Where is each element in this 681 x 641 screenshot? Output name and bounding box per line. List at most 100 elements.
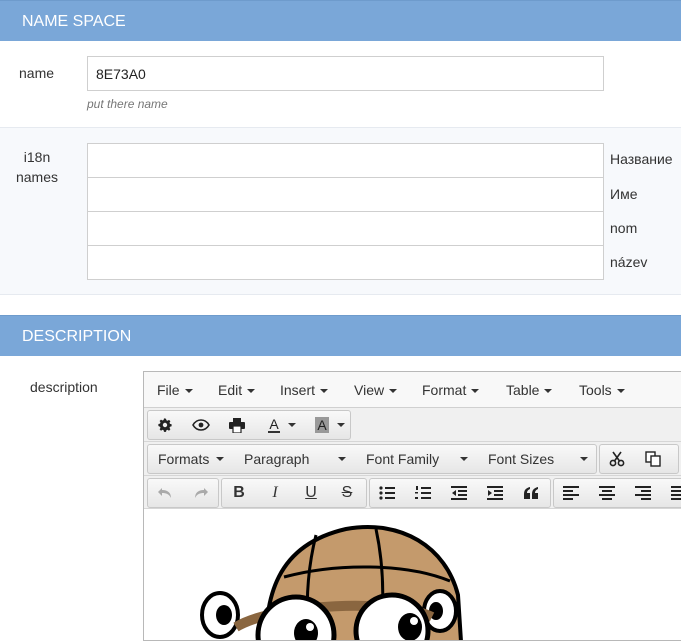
toolbar-group-text-style: B I U S (221, 478, 367, 508)
formats-dropdown[interactable]: Formats (148, 445, 234, 473)
undo-button[interactable] (148, 479, 182, 507)
description-label: description (30, 379, 98, 395)
editor-toolbar-1: A A (144, 408, 681, 442)
toolbar-group-history (147, 478, 219, 508)
i18n-names-label: i18n names (14, 147, 60, 187)
i18n-input-fr[interactable] (87, 211, 604, 246)
blockquote-button[interactable] (514, 479, 548, 507)
chevron-down-icon (216, 457, 224, 461)
menu-insert-label: Insert (280, 382, 316, 398)
chevron-down-icon (320, 389, 329, 393)
chevron-down-icon (389, 389, 398, 393)
name-label: name (19, 65, 55, 81)
chevron-down-icon (471, 389, 480, 393)
align-left-button[interactable] (554, 479, 588, 507)
printer-icon (229, 417, 245, 433)
menu-file[interactable]: File (157, 372, 193, 408)
name-input[interactable] (87, 56, 604, 91)
toolbar-group-align (553, 478, 681, 508)
copy-button[interactable] (636, 445, 670, 473)
strikethrough-button[interactable]: S (330, 479, 364, 507)
chevron-down-icon (287, 423, 296, 427)
align-justify-icon (671, 486, 681, 500)
i18n-input-bg[interactable] (87, 177, 604, 212)
font-family-dropdown[interactable]: Font Family (356, 445, 478, 473)
redo-button[interactable] (184, 479, 218, 507)
bullet-list-button[interactable] (370, 479, 404, 507)
align-center-icon (599, 486, 615, 500)
underline-icon: U (305, 484, 317, 501)
name-space-header: NAME SPACE (0, 0, 681, 41)
eye-icon (192, 419, 210, 431)
chevron-down-icon (580, 457, 588, 461)
gear-icon (158, 418, 172, 432)
rich-text-editor: File Edit Insert View Format Table Tools… (143, 371, 681, 641)
copy-icon (645, 451, 661, 467)
font-family-label: Font Family (366, 451, 440, 467)
background-color-button[interactable]: A (308, 411, 352, 439)
print-button[interactable] (220, 411, 254, 439)
italic-icon: I (272, 484, 278, 501)
numbered-list-icon (415, 486, 431, 499)
toolbar-group-clipboard (599, 444, 679, 474)
chevron-down-icon (460, 457, 468, 461)
i18n-input-cs[interactable] (87, 245, 604, 280)
editor-content-area[interactable] (144, 509, 681, 640)
lang-label-bg: Име (610, 186, 638, 202)
align-right-button[interactable] (626, 479, 660, 507)
description-title: DESCRIPTION (22, 328, 132, 345)
chevron-down-icon (544, 389, 553, 393)
toolbar-group-utilities: A A (147, 410, 351, 440)
chevron-down-icon (616, 389, 625, 393)
chevron-down-icon (336, 423, 345, 427)
menu-tools[interactable]: Tools (579, 372, 625, 408)
align-center-button[interactable] (590, 479, 624, 507)
paragraph-label: Paragraph (244, 451, 310, 467)
chevron-down-icon (247, 389, 256, 393)
indent-button[interactable] (478, 479, 512, 507)
settings-button[interactable] (148, 411, 182, 439)
editor-toolbar-2: Formats Paragraph Font Family Font Sizes (144, 442, 681, 476)
name-space-title: NAME SPACE (22, 13, 126, 30)
lang-label-cs: název (610, 254, 648, 270)
menu-edit[interactable]: Edit (218, 372, 256, 408)
numbered-list-button[interactable] (406, 479, 440, 507)
outdent-button[interactable] (442, 479, 476, 507)
toolbar-group-format-dropdowns: Formats Paragraph Font Family Font Sizes (147, 444, 597, 474)
menu-format[interactable]: Format (422, 372, 480, 408)
menu-table[interactable]: Table (506, 372, 553, 408)
paragraph-dropdown[interactable]: Paragraph (234, 445, 356, 473)
align-left-icon (563, 486, 579, 500)
blockquote-icon (524, 487, 538, 499)
align-right-icon (635, 486, 651, 500)
indent-icon (487, 486, 503, 500)
bullet-list-icon (379, 486, 395, 500)
menu-format-label: Format (422, 382, 467, 398)
text-color-icon: A (268, 416, 280, 433)
i18n-input-ru[interactable] (87, 143, 604, 178)
gopher-mascot-image (200, 525, 463, 640)
underline-button[interactable]: U (294, 479, 328, 507)
scissors-icon (609, 451, 625, 467)
menu-file-label: File (157, 382, 180, 398)
menu-view-label: View (354, 382, 385, 398)
italic-button[interactable]: I (258, 479, 292, 507)
cut-button[interactable] (600, 445, 634, 473)
undo-icon (158, 488, 171, 498)
i18n-label-line2: names (15, 169, 59, 185)
chevron-down-icon (184, 389, 193, 393)
editor-toolbar-3: B I U S (144, 476, 681, 509)
align-justify-button[interactable] (662, 479, 681, 507)
background-color-icon: A (315, 417, 329, 433)
menu-table-label: Table (506, 382, 540, 398)
outdent-icon (451, 486, 467, 500)
formats-label: Formats (158, 451, 210, 467)
font-sizes-dropdown[interactable]: Font Sizes (478, 445, 598, 473)
font-sizes-label: Font Sizes (488, 451, 555, 467)
menu-insert[interactable]: Insert (280, 372, 329, 408)
bold-button[interactable]: B (222, 479, 256, 507)
name-hint: put there name (87, 97, 168, 111)
menu-view[interactable]: View (354, 372, 398, 408)
preview-button[interactable] (184, 411, 218, 439)
text-color-button[interactable]: A (260, 411, 304, 439)
